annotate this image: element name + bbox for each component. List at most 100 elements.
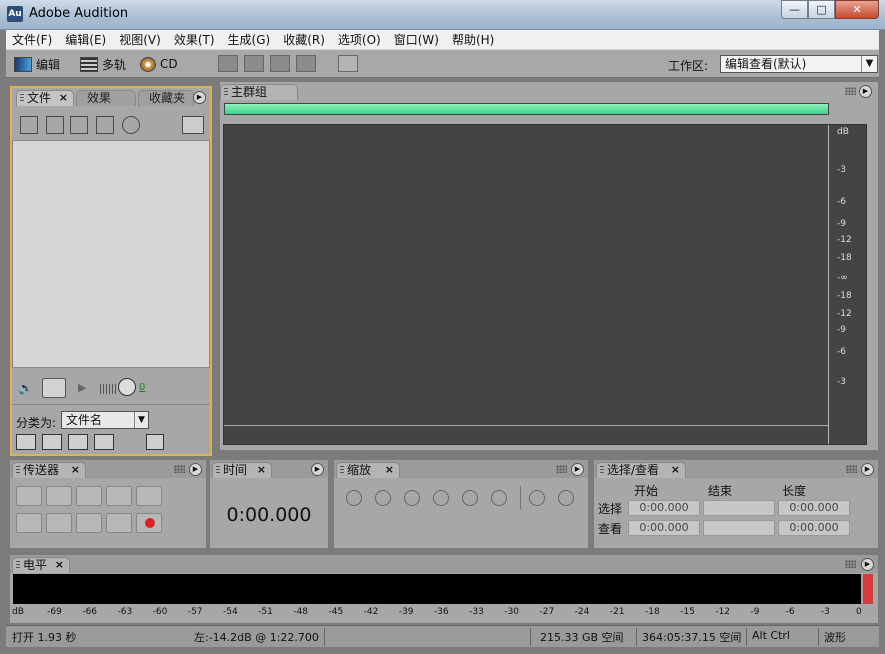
menu-view[interactable]: 视图(V) <box>119 31 161 48</box>
go-to-end-button[interactable] <box>106 513 132 533</box>
panel-menu-icon[interactable]: ▶ <box>859 85 872 98</box>
minimize-button[interactable]: — <box>781 0 808 19</box>
grip-icon <box>846 465 857 473</box>
close-icon[interactable]: × <box>59 91 68 105</box>
workspace-select[interactable]: 编辑查看(默认) ▼ <box>720 55 878 73</box>
menu-effects[interactable]: 效果(T) <box>174 31 215 48</box>
insert-cd-icon[interactable] <box>96 116 114 134</box>
cd-view-button[interactable]: CD <box>140 54 178 74</box>
tab-files[interactable]: 文件 × <box>16 90 74 106</box>
menu-options[interactable]: 选项(O) <box>338 31 381 48</box>
view-end-field[interactable] <box>703 520 775 536</box>
volume-value[interactable]: 0 <box>139 382 145 393</box>
frequency-view-icon[interactable] <box>244 55 264 72</box>
panel-menu-icon[interactable]: ▶ <box>189 463 202 476</box>
zoom-out-horizontal-icon[interactable] <box>375 490 391 506</box>
zoom-in-vertical-icon[interactable] <box>529 490 545 506</box>
panel-menu-icon[interactable]: ▶ <box>571 463 584 476</box>
panel-menu-icon[interactable]: ▶ <box>193 91 206 104</box>
level-scale-label: -18 <box>645 607 660 617</box>
audio-filter-icon[interactable] <box>16 434 36 450</box>
show-hide-icon[interactable] <box>182 116 204 134</box>
tab-main-group[interactable]: 主群组 <box>220 84 298 100</box>
pan-view-icon[interactable] <box>270 55 290 72</box>
zoom-left-edge-icon[interactable] <box>462 490 478 506</box>
go-to-start-button[interactable] <box>16 513 42 533</box>
tab-zoom[interactable]: 缩放 × <box>336 462 400 478</box>
overview-bar[interactable] <box>224 103 829 115</box>
marquee-tool-icon[interactable] <box>364 55 384 72</box>
close-icon[interactable]: × <box>71 463 80 477</box>
tab-time[interactable]: 时间 × <box>212 462 272 478</box>
level-scale-label: -63 <box>117 607 133 617</box>
selection-length-field[interactable]: 0:00.000 <box>778 500 850 516</box>
zoom-right-edge-icon[interactable] <box>491 490 507 506</box>
fast-forward-button[interactable] <box>76 513 102 533</box>
cd-icon <box>140 56 156 72</box>
file-info-icon[interactable] <box>146 434 164 450</box>
stop-button[interactable] <box>16 486 42 506</box>
file-list[interactable] <box>12 140 210 368</box>
import-file-icon[interactable] <box>20 116 38 134</box>
edit-file-icon[interactable] <box>122 116 140 134</box>
selection-start-field[interactable]: 0:00.000 <box>628 500 700 516</box>
play-button[interactable] <box>46 486 72 506</box>
rewind-button[interactable] <box>46 513 72 533</box>
selection-end-field[interactable] <box>703 500 775 516</box>
insert-multitrack-icon[interactable] <box>70 116 88 134</box>
level-scale-label: -51 <box>258 607 273 617</box>
menu-window[interactable]: 窗口(W) <box>394 31 439 48</box>
divider <box>530 628 531 646</box>
time-select-tool-icon[interactable] <box>338 55 358 72</box>
close-button[interactable]: ✕ <box>835 0 879 19</box>
maximize-button[interactable]: □ <box>808 0 835 19</box>
volume-knob-icon[interactable] <box>118 378 136 396</box>
tab-transport[interactable]: 传送器 × <box>12 462 86 478</box>
view-length-field[interactable]: 0:00.000 <box>778 520 850 536</box>
record-button[interactable] <box>136 513 162 533</box>
menu-file[interactable]: 文件(F) <box>12 31 52 48</box>
db-ruler-label: -18 <box>837 253 852 263</box>
close-icon[interactable]: × <box>257 463 266 477</box>
play-to-end-button[interactable] <box>106 486 132 506</box>
panel-menu-icon[interactable]: ▶ <box>311 463 324 476</box>
menu-edit[interactable]: 编辑(E) <box>65 31 106 48</box>
zoom-out-vertical-icon[interactable] <box>558 490 574 506</box>
midi-filter-icon[interactable] <box>94 434 114 450</box>
close-file-icon[interactable] <box>46 116 64 134</box>
panel-menu-icon[interactable]: ▶ <box>861 558 874 571</box>
spectral-view-icon[interactable] <box>218 55 238 72</box>
waveform-display[interactable]: dB -3 -6 -9 -12 -18 -∞ -18 -12 -9 -6 -3 <box>223 124 867 445</box>
loop-icon[interactable] <box>42 378 66 398</box>
zoom-in-horizontal-icon[interactable] <box>346 490 362 506</box>
zoom-out-full-icon[interactable] <box>404 490 420 506</box>
view-start-field[interactable]: 0:00.000 <box>628 520 700 536</box>
tab-level-meter[interactable]: 电平 × <box>12 557 70 573</box>
loop-filter-icon[interactable] <box>42 434 62 450</box>
menu-generate[interactable]: 生成(G) <box>228 31 271 48</box>
menu-favorites[interactable]: 收藏(R) <box>283 31 325 48</box>
edit-view-button[interactable]: 编辑 <box>14 54 60 74</box>
sort-select[interactable]: 文件名 ▼ <box>61 411 149 429</box>
speaker-icon[interactable]: 🔈 <box>18 381 36 395</box>
panel-menu-icon[interactable]: ▶ <box>861 463 874 476</box>
zoom-to-selection-icon[interactable] <box>433 490 449 506</box>
level-scale-label: -57 <box>187 607 203 617</box>
pause-button[interactable] <box>76 486 102 506</box>
menu-help[interactable]: 帮助(H) <box>452 31 494 48</box>
phase-view-icon[interactable] <box>296 55 316 72</box>
multitrack-view-button[interactable]: 多轨 <box>80 54 126 74</box>
tab-favorites[interactable]: 收藏夹 <box>138 90 194 106</box>
close-icon[interactable]: × <box>385 463 394 477</box>
video-filter-icon[interactable] <box>68 434 88 450</box>
filter-view-icon[interactable] <box>120 434 140 450</box>
loop-button[interactable] <box>136 486 162 506</box>
tab-selection-view[interactable]: 选择/查看 × <box>596 462 686 478</box>
play-icon[interactable]: ▶ <box>78 381 86 394</box>
close-icon[interactable]: × <box>671 463 680 477</box>
tab-effects[interactable]: 效果 <box>76 90 136 106</box>
db-ruler-label: -3 <box>837 377 846 387</box>
clip-indicator[interactable] <box>863 574 873 604</box>
close-icon[interactable]: × <box>55 558 64 572</box>
level-meter[interactable] <box>13 574 873 604</box>
